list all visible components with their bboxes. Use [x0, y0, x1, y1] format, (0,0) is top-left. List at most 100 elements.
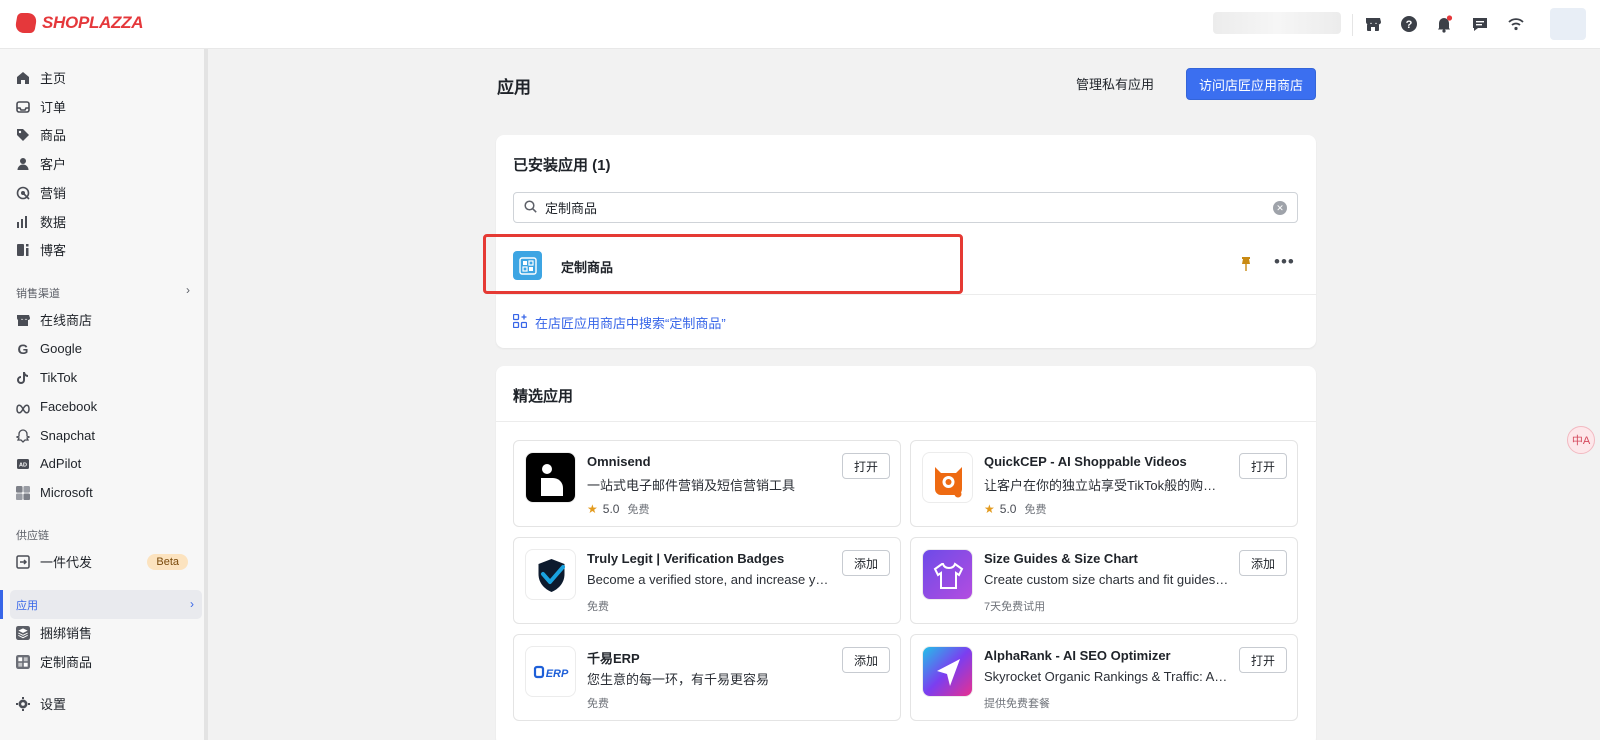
sidebar-item-label: 商品	[40, 128, 67, 143]
add-app-button[interactable]: 添加	[842, 647, 890, 673]
installed-app-row[interactable]: 定制商品 •••	[483, 234, 1316, 295]
app-search-box: ✕	[513, 192, 1298, 223]
app-meta: 提供免费套餐	[984, 695, 1050, 711]
featured-app-card[interactable]: AlphaRank - AI SEO Optimizer Skyrocket O…	[910, 634, 1298, 721]
blog-icon	[16, 243, 30, 257]
sidebar-item-bundle-sales[interactable]: 捆绑销售	[10, 618, 202, 647]
sidebar-item-tiktok[interactable]: TikTok	[10, 363, 202, 392]
account-avatar[interactable]	[1550, 8, 1586, 40]
app-title: AlphaRank - AI SEO Optimizer	[984, 648, 1171, 663]
app-description: Become a verified store, and increase yo…	[587, 572, 832, 587]
help-icon[interactable]: ?	[1400, 15, 1418, 33]
store-switcher[interactable]	[1213, 12, 1341, 34]
sidebar: 主页 订单 商品 客户 营销 数据 博客 销售渠道 › 在线商店 G Googl…	[0, 49, 208, 740]
app-price: 提供免费套餐	[984, 698, 1050, 710]
sidebar-item-label: 定制商品	[40, 655, 93, 670]
visit-app-store-button[interactable]: 访问店匠应用商店	[1186, 68, 1316, 100]
app-rating: 5.0	[999, 502, 1017, 516]
sidebar-item-label: Google	[40, 341, 82, 356]
sidebar-item-label: 一件代发	[40, 555, 93, 570]
app-meta: ★ 5.0 免费	[984, 501, 1046, 517]
sidebar-item-settings[interactable]: 设置	[10, 689, 202, 718]
open-app-button[interactable]: 打开	[842, 453, 890, 479]
add-app-button[interactable]: 添加	[1239, 550, 1287, 576]
sidebar-item-online-store[interactable]: 在线商店	[10, 305, 202, 334]
page-title: 应用	[497, 78, 531, 97]
app-title: Omnisend	[587, 454, 651, 469]
open-app-button[interactable]: 打开	[1239, 453, 1287, 479]
erp-icon: ERP	[525, 646, 576, 697]
manage-private-apps-button[interactable]: 管理私有应用	[1068, 72, 1162, 98]
sidebar-item-label: Microsoft	[40, 485, 93, 500]
chat-icon[interactable]	[1471, 15, 1489, 33]
featured-app-card[interactable]: Omnisend 一站式电子邮件营销及短信营销工具 ★ 5.0 免费 打开	[513, 440, 901, 527]
sidebar-item-home[interactable]: 主页	[10, 63, 202, 92]
chevron-right-icon[interactable]: ›	[186, 283, 190, 297]
sidebar-item-label: Snapchat	[40, 428, 95, 443]
sidebar-item-label: 主页	[40, 71, 67, 86]
app-price: 免费	[1024, 504, 1047, 516]
sidebar-item-label: Facebook	[40, 399, 98, 414]
installed-apps-card: 已安装应用 (1) ✕ 定制商品 ••• 在店匠应用商店中搜索“定制商品”	[483, 135, 1316, 348]
featured-app-card[interactable]: ERP 千易ERP 您生意的每一环，有千易更容易 免费 添加	[513, 634, 901, 721]
sidebar-item-adpilot[interactable]: AD AdPilot	[10, 449, 202, 478]
star-icon: ★	[984, 502, 995, 516]
app-meta: 免费	[587, 695, 609, 711]
app-price: 免费	[587, 601, 609, 613]
app-price: 免费	[587, 698, 609, 710]
top-bar: SHOPLAZZA ?	[0, 0, 1600, 49]
sidebar-item-dropshipping[interactable]: 一件代发 Beta	[10, 547, 202, 576]
sidebar-item-apps[interactable]: 应用 ›	[10, 590, 202, 619]
sidebar-item-microsoft[interactable]: Microsoft	[10, 478, 202, 507]
app-description: 一站式电子邮件营销及短信营销工具	[587, 478, 796, 493]
clear-search-icon[interactable]: ✕	[1273, 201, 1287, 215]
alpharank-icon	[922, 646, 973, 697]
app-description: 让客户在你的独立站享受TikTok般的购物体验	[984, 478, 1229, 493]
sidebar-item-label: 应用	[16, 599, 38, 612]
ad-icon: AD	[16, 457, 30, 471]
featured-app-card[interactable]: QuickCEP - AI Shoppable Videos 让客户在你的独立站…	[910, 440, 1298, 527]
add-app-button[interactable]: 添加	[842, 550, 890, 576]
more-options-icon[interactable]: •••	[1274, 253, 1295, 270]
sidebar-item-blog[interactable]: 博客	[10, 235, 202, 264]
sidebar-item-custom-product[interactable]: 定制商品	[10, 647, 202, 676]
sidebar-item-label: 营销	[40, 186, 67, 201]
featured-app-card[interactable]: Truly Legit | Verification Badges Become…	[513, 537, 901, 624]
sidebar-item-products[interactable]: 商品	[10, 120, 202, 149]
sidebar-item-label: 客户	[40, 157, 67, 172]
search-icon	[524, 199, 537, 216]
svg-text:ERP: ERP	[546, 668, 569, 680]
pin-icon[interactable]	[1240, 257, 1252, 274]
wifi-icon[interactable]	[1507, 15, 1525, 33]
sidebar-item-analytics[interactable]: 数据	[10, 207, 202, 236]
sidebar-item-google[interactable]: G Google	[10, 334, 202, 363]
search-link-label: 在店匠应用商店中搜索“定制商品”	[535, 316, 726, 331]
store-icon	[16, 313, 30, 327]
divider	[1352, 14, 1353, 36]
sidebar-item-label: 设置	[40, 697, 67, 712]
svg-text:AD: AD	[19, 462, 27, 468]
store-icon[interactable]	[1364, 15, 1382, 33]
sidebar-item-label: TikTok	[40, 370, 78, 385]
sidebar-item-marketing[interactable]: 营销	[10, 178, 202, 207]
open-app-button[interactable]: 打开	[1239, 647, 1287, 673]
sidebar-item-facebook[interactable]: Facebook	[10, 392, 202, 421]
bell-icon[interactable]	[1435, 15, 1453, 33]
beta-badge: Beta	[147, 553, 188, 570]
sidebar-item-orders[interactable]: 订单	[10, 92, 202, 121]
sidebar-item-customers[interactable]: 客户	[10, 149, 202, 178]
shoplazza-logo[interactable]: SHOPLAZZA	[14, 13, 143, 33]
app-description: Create custom size charts and fit guides…	[984, 572, 1229, 587]
featured-apps-heading: 精选应用	[513, 388, 574, 405]
app-title: Truly Legit | Verification Badges	[587, 551, 785, 566]
featured-app-card[interactable]: Size Guides & Size Chart Create custom s…	[910, 537, 1298, 624]
search-app-store-link[interactable]: 在店匠应用商店中搜索“定制商品”	[512, 313, 726, 332]
sidebar-item-snapchat[interactable]: Snapchat	[10, 421, 202, 450]
app-title: Size Guides & Size Chart	[984, 551, 1138, 566]
translate-widget-icon[interactable]: 中A	[1567, 426, 1595, 454]
search-input[interactable]	[545, 200, 1245, 215]
app-description: 您生意的每一环，有千易更容易	[587, 672, 770, 687]
tag-icon	[16, 128, 30, 142]
google-icon: G	[17, 340, 29, 357]
featured-apps-card: 精选应用 Omnisend 一站式电子邮件营销及短信营销工具 ★ 5.0 免费 …	[496, 366, 1316, 740]
